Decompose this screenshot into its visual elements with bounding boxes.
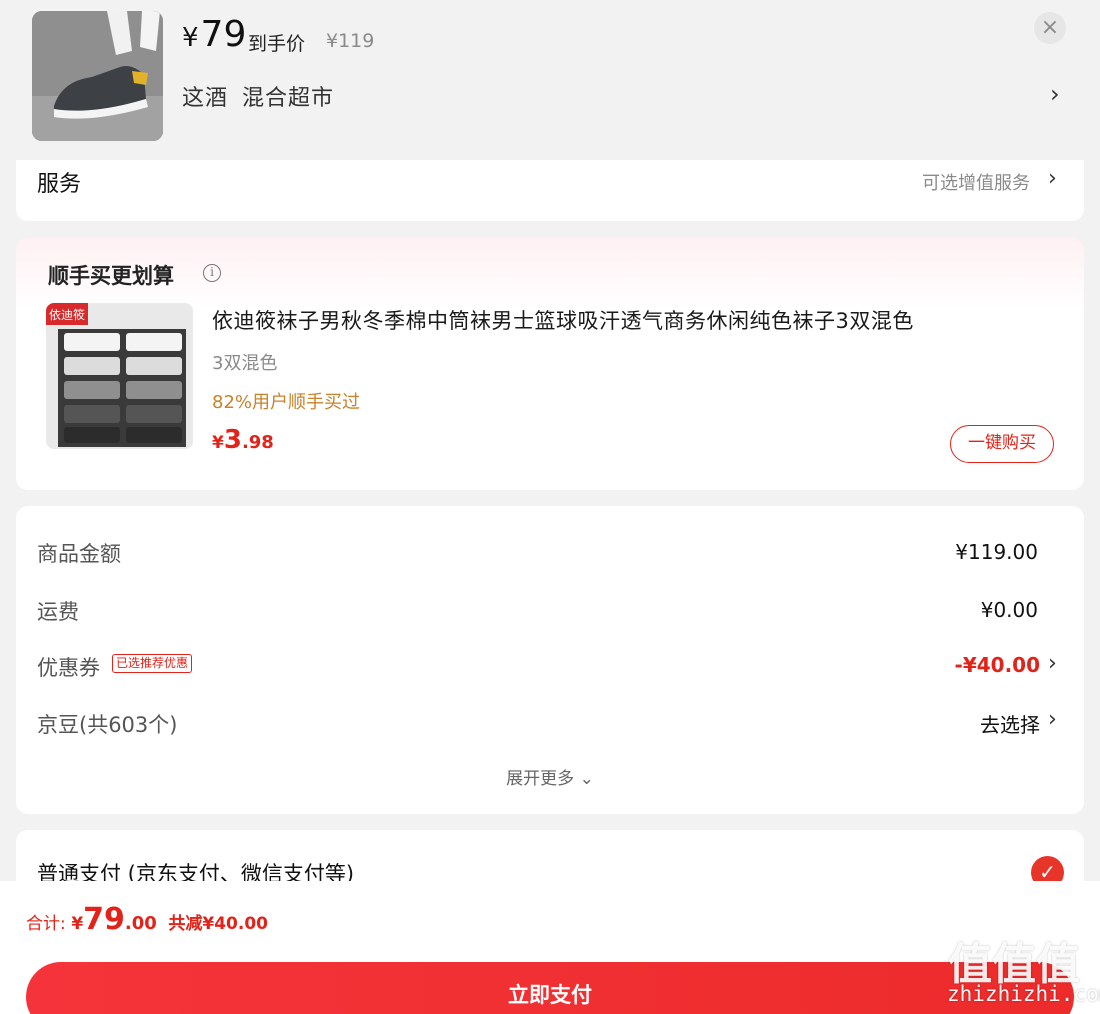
product-thumbnail[interactable]	[32, 11, 163, 141]
jd-beans-select[interactable]: 去选择	[980, 709, 1040, 738]
goods-amount-value: ¥119.00	[955, 540, 1038, 564]
service-title: 服务	[37, 172, 82, 197]
addon-sku: 3双混色	[212, 353, 278, 374]
one-click-buy-button[interactable]: 一键购买	[950, 425, 1054, 463]
chevron-right-icon[interactable]: ›	[1048, 707, 1057, 732]
addon-section-title: 顺手买更划算	[48, 264, 174, 288]
goods-amount-label: 商品金额	[37, 542, 121, 566]
shipping-value: ¥0.00	[980, 598, 1038, 622]
addon-product-image[interactable]: 依迪筱	[46, 303, 193, 449]
addon-purchase-rate: 82%用户顺手买过	[212, 392, 361, 413]
spec-selector[interactable]: 这酒 混合超市	[182, 80, 334, 112]
addon-price: ¥3.98	[212, 425, 274, 455]
info-icon[interactable]: i	[203, 264, 221, 282]
spec-variant: 混合超市	[242, 86, 335, 111]
service-hint[interactable]: 可选增值服务	[922, 169, 1030, 195]
original-price: ¥119	[326, 30, 375, 52]
final-price-label: 到手价	[248, 33, 306, 55]
close-icon[interactable]: ×	[1034, 12, 1066, 44]
chevron-right-icon[interactable]: ›	[1048, 651, 1057, 676]
pay-now-button[interactable]: 立即支付	[26, 962, 1074, 1014]
chevron-right-icon[interactable]: ›	[1048, 166, 1057, 191]
watermark-url: zhizhizhi.com	[947, 982, 1100, 1006]
coupon-value[interactable]: -¥40.00	[955, 653, 1040, 677]
coupon-badge: 已选推荐优惠	[112, 654, 193, 673]
brand-text: 依迪筱	[49, 307, 85, 322]
total-saving: 共减¥40.00	[168, 914, 268, 934]
shipping-label: 运费	[37, 600, 79, 624]
spec-color: 这酒	[182, 86, 229, 111]
chevron-right-icon[interactable]: ›	[1050, 80, 1060, 108]
sneaker-photo-icon	[32, 11, 163, 141]
socks-photo-icon: 依迪筱	[46, 303, 193, 449]
expand-more-button[interactable]: 展开更多 ⌄	[0, 764, 1100, 789]
final-price: ¥79	[182, 14, 247, 55]
addon-title[interactable]: 依迪筱袜子男秋冬季棉中筒袜男士篮球吸汗透气商务休闲纯色袜子3双混色	[212, 305, 914, 335]
order-total: 合计: ¥79.00 共减¥40.00	[26, 902, 268, 937]
coupon-label: 优惠券	[37, 656, 100, 680]
jd-beans-label: 京豆(共603个)	[37, 713, 178, 737]
